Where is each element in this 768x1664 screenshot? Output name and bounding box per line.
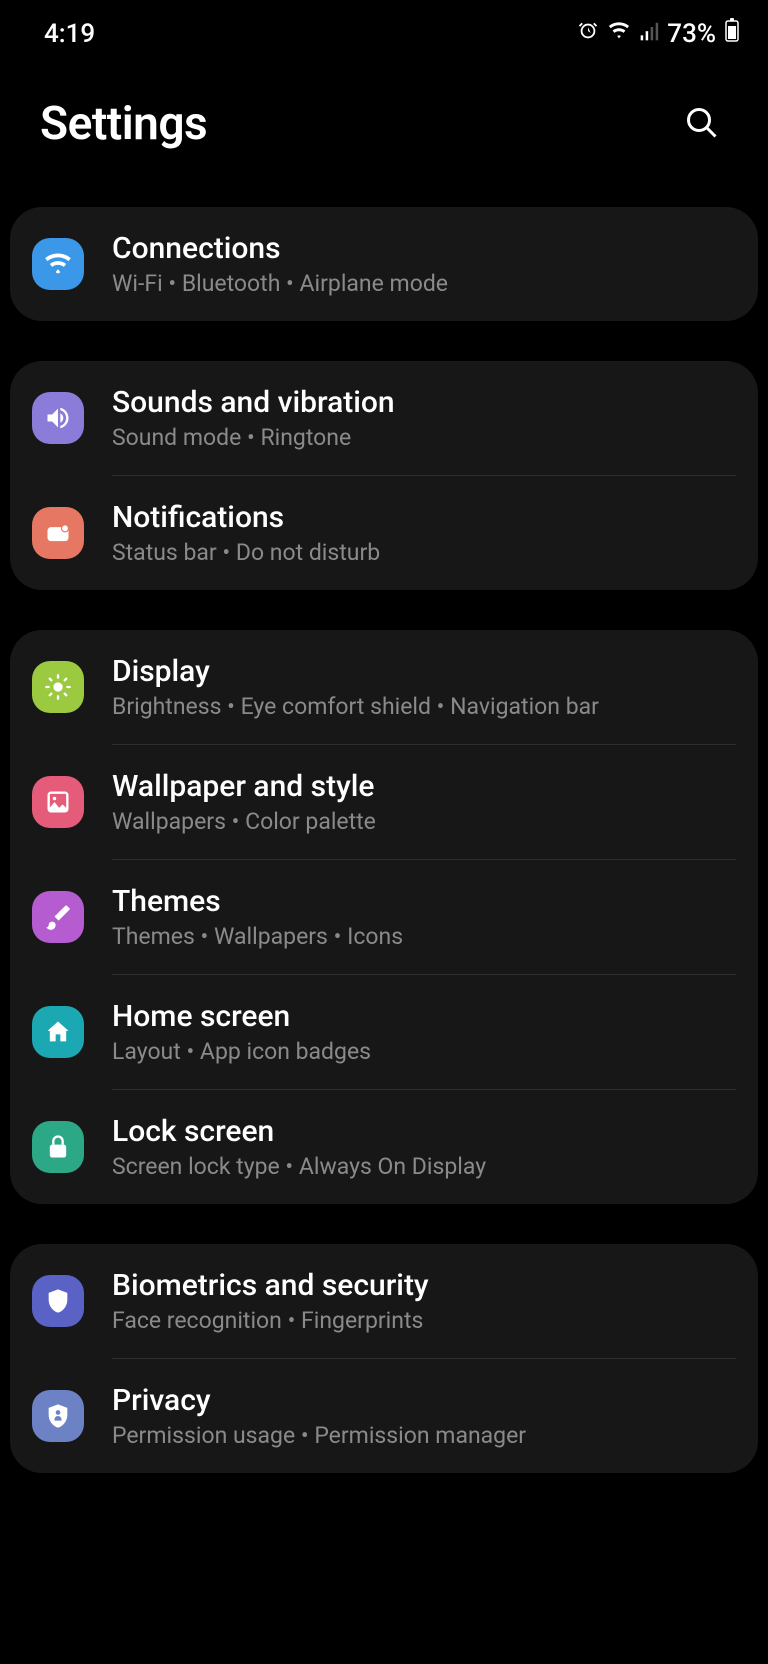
item-text: Themes Themes • Wallpapers • Icons [112, 884, 736, 950]
brightness-icon [32, 661, 84, 713]
item-subtitle: Permission usage • Permission manager [112, 1422, 736, 1449]
settings-group: Connections Wi-Fi • Bluetooth • Airplane … [10, 207, 758, 321]
item-subtitle: Screen lock type • Always On Display [112, 1153, 736, 1180]
item-title: Home screen [112, 999, 736, 1034]
status-time: 4:19 [44, 19, 95, 49]
item-subtitle: Wi-Fi • Bluetooth • Airplane mode [112, 270, 736, 297]
image-icon [32, 776, 84, 828]
item-subtitle: Layout • App icon badges [112, 1038, 736, 1065]
settings-item-display[interactable]: Display Brightness • Eye comfort shield •… [10, 630, 758, 744]
settings-item-notifications[interactable]: Notifications Status bar • Do not disturb [10, 476, 758, 590]
item-text: Notifications Status bar • Do not disturb [112, 500, 736, 566]
shield-icon [32, 1275, 84, 1327]
signal-icon [639, 19, 659, 49]
item-subtitle: Sound mode • Ringtone [112, 424, 736, 451]
item-title: Connections [112, 231, 736, 266]
notif-icon [32, 507, 84, 559]
settings-item-connections[interactable]: Connections Wi-Fi • Bluetooth • Airplane … [10, 207, 758, 321]
wifi-icon [32, 238, 84, 290]
item-text: Connections Wi-Fi • Bluetooth • Airplane … [112, 231, 736, 297]
item-text: Home screen Layout • App icon badges [112, 999, 736, 1065]
battery-icon [724, 18, 740, 49]
item-title: Lock screen [112, 1114, 736, 1149]
home-icon [32, 1006, 84, 1058]
sound-icon [32, 392, 84, 444]
search-button[interactable] [676, 98, 728, 150]
battery-percent: 73% [667, 19, 716, 49]
privacy-icon [32, 1390, 84, 1442]
item-text: Lock screen Screen lock type • Always On … [112, 1114, 736, 1180]
item-text: Display Brightness • Eye comfort shield •… [112, 654, 736, 720]
item-text: Wallpaper and style Wallpapers • Color pa… [112, 769, 736, 835]
status-bar: 4:19 73% [0, 0, 768, 59]
brush-icon [32, 891, 84, 943]
item-subtitle: Face recognition • Fingerprints [112, 1307, 736, 1334]
status-right: 73% [577, 18, 740, 49]
item-title: Wallpaper and style [112, 769, 736, 804]
item-subtitle: Brightness • Eye comfort shield • Naviga… [112, 693, 736, 720]
item-title: Biometrics and security [112, 1268, 736, 1303]
settings-header: Settings [0, 59, 768, 207]
page-title: Settings [40, 97, 207, 151]
settings-group: Sounds and vibration Sound mode • Rington… [10, 361, 758, 590]
settings-item-homescreen[interactable]: Home screen Layout • App icon badges [10, 975, 758, 1089]
item-text: Biometrics and security Face recognition … [112, 1268, 736, 1334]
settings-group: Biometrics and security Face recognition … [10, 1244, 758, 1473]
settings-group: Display Brightness • Eye comfort shield •… [10, 630, 758, 1204]
settings-item-wallpaper[interactable]: Wallpaper and style Wallpapers • Color pa… [10, 745, 758, 859]
settings-item-themes[interactable]: Themes Themes • Wallpapers • Icons [10, 860, 758, 974]
item-title: Privacy [112, 1383, 736, 1418]
item-text: Sounds and vibration Sound mode • Rington… [112, 385, 736, 451]
item-text: Privacy Permission usage • Permission man… [112, 1383, 736, 1449]
settings-item-privacy[interactable]: Privacy Permission usage • Permission man… [10, 1359, 758, 1473]
item-subtitle: Themes • Wallpapers • Icons [112, 923, 736, 950]
alarm-icon [577, 19, 599, 49]
settings-item-lockscreen[interactable]: Lock screen Screen lock type • Always On … [10, 1090, 758, 1204]
search-icon [684, 105, 720, 144]
item-title: Notifications [112, 500, 736, 535]
item-title: Sounds and vibration [112, 385, 736, 420]
item-title: Display [112, 654, 736, 689]
wifi-icon [607, 19, 631, 49]
item-subtitle: Wallpapers • Color palette [112, 808, 736, 835]
settings-item-sounds[interactable]: Sounds and vibration Sound mode • Rington… [10, 361, 758, 475]
item-title: Themes [112, 884, 736, 919]
settings-item-biometrics[interactable]: Biometrics and security Face recognition … [10, 1244, 758, 1358]
lock-icon [32, 1121, 84, 1173]
item-subtitle: Status bar • Do not disturb [112, 539, 736, 566]
